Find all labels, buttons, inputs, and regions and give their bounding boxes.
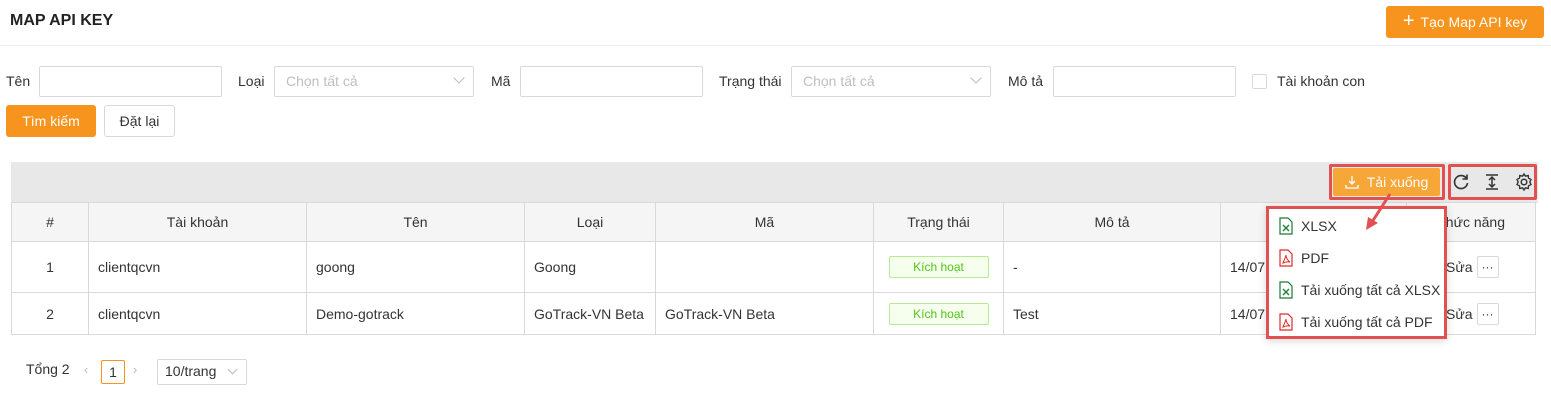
cell-code: [655, 241, 874, 293]
chevron-down-icon: [227, 364, 238, 375]
reset-button[interactable]: Đặt lại: [104, 105, 175, 137]
dropdown-item-xlsx[interactable]: XLSX: [1279, 217, 1337, 235]
col-header-code: Mã: [655, 202, 874, 242]
dropdown-item-label: PDF: [1301, 250, 1329, 266]
col-header-description: Mô tả: [1003, 202, 1221, 242]
status-filter-label: Trạng thái: [719, 73, 782, 89]
status-badge: Kích hoạt: [888, 302, 989, 325]
create-button-label: Tạo Map API key: [1420, 14, 1528, 30]
dropdown-item-all-pdf[interactable]: Tải xuống tất cả PDF: [1279, 313, 1433, 331]
dropdown-item-label: Tải xuống tất cả PDF: [1301, 314, 1433, 330]
status-badge: Kích hoạt: [888, 256, 989, 278]
col-header-index: #: [11, 202, 89, 242]
excel-file-icon: [1279, 217, 1293, 235]
download-icon: [1345, 176, 1359, 189]
pdf-file-icon: [1279, 313, 1293, 331]
cell-index: 2: [11, 292, 89, 335]
cell-account: clientqcvn: [88, 241, 307, 293]
next-page-icon[interactable]: ›: [133, 362, 137, 377]
cell-index: 1: [11, 241, 89, 293]
download-label: Tải xuống: [1366, 174, 1429, 190]
excel-file-icon: [1279, 281, 1293, 299]
create-map-api-key-button[interactable]: + Tạo Map API key: [1386, 6, 1544, 38]
cell-description: Test: [1003, 292, 1221, 335]
cell-description: -: [1003, 241, 1221, 293]
dropdown-item-label: Tải xuống tất cả XLSX: [1301, 282, 1441, 298]
cell-code: GoTrack-VN Beta: [655, 292, 874, 335]
edit-link[interactable]: Sửa: [1446, 306, 1473, 322]
page-number-current[interactable]: 1: [101, 360, 125, 384]
code-filter-label: Mã: [491, 73, 511, 89]
col-header-status: Trạng thái: [873, 202, 1004, 242]
col-header-name: Tên: [306, 202, 525, 242]
column-height-icon[interactable]: [1482, 172, 1502, 192]
col-header-type: Loại: [524, 202, 656, 242]
table-toolbar: [11, 162, 1538, 203]
type-filter-select[interactable]: Chọn tất cả: [274, 66, 474, 97]
cell-account: clientqcvn: [88, 292, 307, 335]
status-filter-placeholder: Chọn tất cả: [803, 73, 875, 89]
annotation-arrow-icon: [1366, 193, 1392, 230]
name-filter-label: Tên: [6, 73, 31, 89]
subaccount-label: Tài khoản con: [1277, 73, 1365, 89]
page-size-label: 10/trang: [165, 363, 217, 379]
search-button[interactable]: Tìm kiếm: [6, 105, 96, 137]
page-title: MAP API KEY: [10, 12, 114, 29]
cell-type: Goong: [524, 241, 656, 293]
page-size-select[interactable]: 10/trang: [157, 359, 247, 385]
desc-filter-input[interactable]: [1053, 66, 1236, 97]
code-filter-input[interactable]: [520, 66, 703, 97]
download-dropdown-menu: XLSX PDF Tải xuống tất cả XLSX Tải xuống…: [1266, 206, 1447, 339]
plus-icon: +: [1402, 10, 1415, 32]
cell-name: Demo-gotrack: [306, 292, 525, 335]
more-actions-button[interactable]: ···: [1476, 256, 1499, 278]
more-actions-button[interactable]: ···: [1476, 302, 1499, 325]
dropdown-item-pdf[interactable]: PDF: [1279, 249, 1329, 267]
type-filter-label: Loại: [238, 73, 265, 89]
prev-page-icon[interactable]: ‹: [84, 362, 88, 377]
subaccount-checkbox[interactable]: [1252, 74, 1267, 89]
cell-status: Kích hoạt: [873, 241, 1004, 293]
cell-type: GoTrack-VN Beta: [524, 292, 656, 335]
desc-filter-label: Mô tả: [1008, 73, 1044, 89]
refresh-icon[interactable]: [1451, 172, 1471, 192]
chevron-down-icon: [453, 72, 465, 84]
settings-gear-icon[interactable]: [1514, 172, 1534, 192]
pagination-total: Tổng 2: [26, 361, 70, 377]
page-header: MAP API KEY + Tạo Map API key: [0, 0, 1551, 46]
chevron-down-icon: [970, 72, 982, 84]
cell-status: Kích hoạt: [873, 292, 1004, 335]
name-filter-input[interactable]: [39, 66, 222, 97]
pdf-file-icon: [1279, 249, 1293, 267]
status-filter-select[interactable]: Chọn tất cả: [791, 66, 991, 97]
type-filter-placeholder: Chọn tất cả: [286, 73, 358, 89]
dropdown-item-all-xlsx[interactable]: Tải xuống tất cả XLSX: [1279, 281, 1440, 299]
col-header-account: Tài khoản: [88, 202, 307, 242]
dropdown-item-label: XLSX: [1301, 218, 1337, 234]
edit-link[interactable]: Sửa: [1446, 259, 1473, 275]
cell-name: goong: [306, 241, 525, 293]
